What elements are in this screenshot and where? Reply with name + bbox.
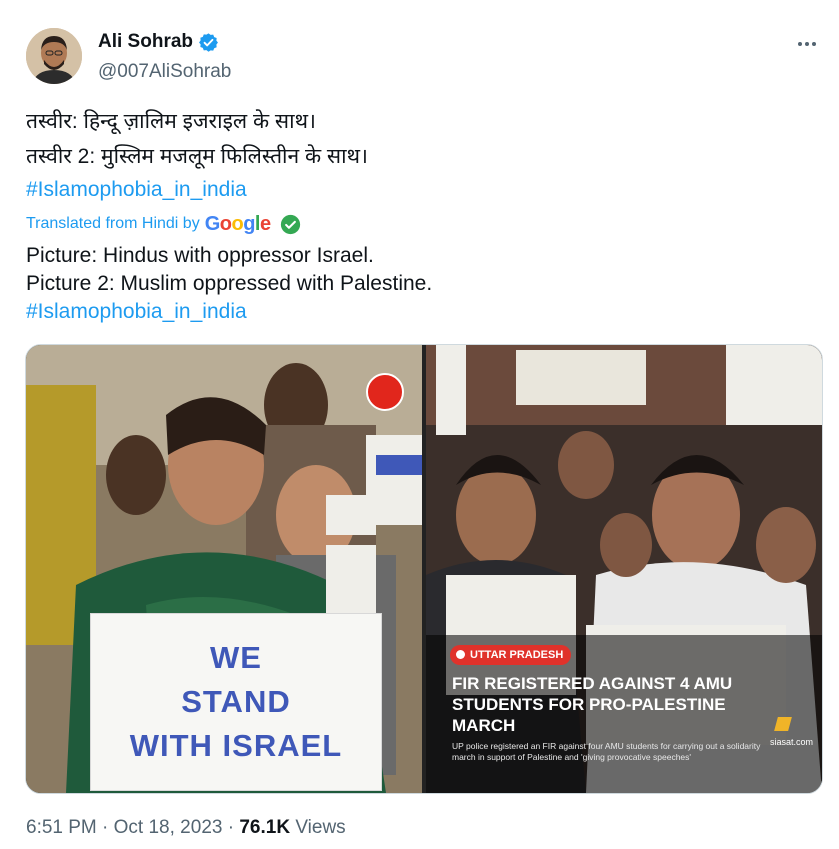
verified-badge-icon bbox=[199, 32, 218, 52]
sign-line: STAND bbox=[181, 684, 291, 719]
translation-label[interactable]: Translated from Hindi by bbox=[26, 215, 200, 233]
tweet-date[interactable]: Oct 18, 2023 bbox=[114, 817, 223, 838]
tweet-hashtag[interactable]: #Islamophobia_in_india bbox=[26, 176, 247, 204]
views-label: Views bbox=[295, 817, 346, 838]
translated-hashtag[interactable]: #Islamophobia_in_india bbox=[26, 298, 247, 326]
publisher-logo-icon bbox=[366, 373, 404, 411]
news-overlay: UTTAR PRADESH FIR REGISTERED AGAINST 4 A… bbox=[426, 635, 822, 793]
author-name-row[interactable]: Ali Sohrab bbox=[98, 31, 219, 53]
author-name[interactable]: Ali Sohrab bbox=[98, 31, 193, 53]
check-circle-icon bbox=[280, 214, 300, 234]
more-dot bbox=[812, 42, 816, 46]
translated-text-line-1: Picture: Hindus with oppressor Israel. bbox=[26, 244, 374, 267]
more-dot bbox=[798, 42, 802, 46]
tweet-text-line-2: तस्वीर 2: मुस्लिम मजलूम फिलिस्तीन के साथ… bbox=[26, 145, 368, 168]
tweet-meta: 6:51 PM · Oct 18, 2023 · 76.1K Views bbox=[26, 817, 346, 839]
views-count: 76.1K bbox=[239, 817, 291, 838]
more-options-icon[interactable] bbox=[790, 34, 824, 54]
meta-separator: · bbox=[227, 817, 235, 838]
sign-line: WE bbox=[210, 640, 262, 675]
tweet-card: Ali Sohrab @007AliSohrab तस्वीर: हिन्दू … bbox=[0, 0, 839, 849]
tweet-time[interactable]: 6:51 PM bbox=[26, 817, 97, 838]
news-source: siasat.com bbox=[770, 737, 814, 747]
news-subtext: UP police registered an FIR against four… bbox=[452, 741, 761, 762]
meta-separator: · bbox=[102, 817, 109, 838]
media-grid[interactable]: WE STAND WITH ISRAEL UTTAR PRADESH FIR R… bbox=[25, 344, 823, 794]
google-logo: Google bbox=[204, 212, 271, 235]
region-badge: UTTAR PRADESH bbox=[450, 645, 572, 665]
author-handle[interactable]: @007AliSohrab bbox=[98, 61, 231, 83]
source-logo-icon bbox=[774, 717, 792, 731]
translation-attribution: Translated from Hindi by Google bbox=[26, 212, 301, 236]
sign-line: WITH ISRAEL bbox=[129, 728, 343, 763]
more-dot bbox=[805, 42, 809, 46]
photo-right[interactable]: UTTAR PRADESH FIR REGISTERED AGAINST 4 A… bbox=[426, 345, 822, 793]
tweet-text-line-1: तस्वीर: हिन्दू ज़ालिम इजराइल के साथ। bbox=[26, 110, 316, 133]
sign-we-stand-with-israel: WE STAND WITH ISRAEL bbox=[90, 613, 382, 791]
translated-text-line-2: Picture 2: Muslim oppressed with Palesti… bbox=[26, 272, 433, 295]
news-headline: FIR REGISTERED AGAINST 4 AMU STUDENTS FO… bbox=[452, 674, 733, 735]
photo-left[interactable]: WE STAND WITH ISRAEL bbox=[26, 345, 422, 793]
avatar[interactable] bbox=[26, 28, 82, 84]
